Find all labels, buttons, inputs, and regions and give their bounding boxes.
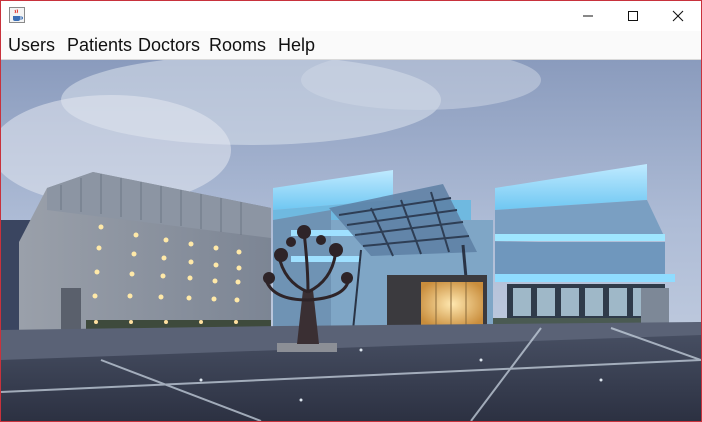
maximize-icon (628, 11, 638, 21)
menu-doctors[interactable]: Doctors (138, 34, 200, 56)
menu-help[interactable]: Help (278, 34, 315, 56)
menu-bar: Users Patients Doctors Rooms Help (1, 31, 701, 60)
close-button[interactable] (655, 1, 701, 31)
menu-users[interactable]: Users (8, 34, 55, 56)
java-coffee-cup-icon[interactable] (9, 7, 25, 23)
minimize-icon (583, 15, 593, 17)
menu-rooms[interactable]: Rooms (209, 34, 266, 56)
minimize-button[interactable] (565, 1, 611, 31)
app-window: Users Patients Doctors Rooms Help (0, 0, 702, 422)
title-bar[interactable] (1, 1, 701, 31)
hospital-building-photo (1, 60, 701, 421)
maximize-button[interactable] (610, 1, 656, 31)
close-icon (672, 10, 684, 22)
menu-patients[interactable]: Patients (67, 34, 132, 56)
